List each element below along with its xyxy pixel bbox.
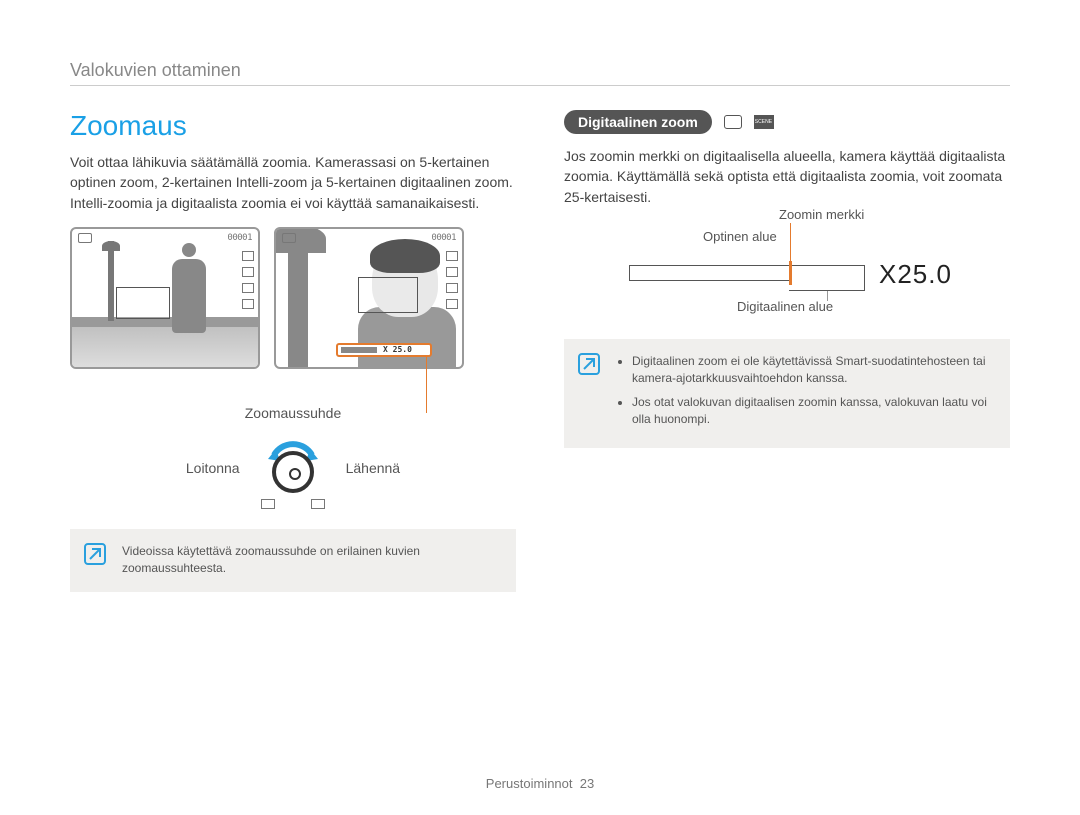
- camera-side-icons: [242, 251, 254, 309]
- zoom-ratio-caption: Zoomaussuhde: [70, 405, 516, 421]
- footer-section: Perustoiminnot: [486, 776, 573, 791]
- zoom-control-row: Loitonna Lähennä: [70, 437, 516, 499]
- camera-screen-zoomed: 00001 X 25.0: [274, 227, 464, 369]
- left-column: Zoomaus Voit ottaa lähikuvia säätämällä …: [70, 110, 516, 592]
- note-box-right: Digitaalinen zoom ei ole käytettävissä S…: [564, 339, 1010, 449]
- note-info-icon: [84, 543, 106, 565]
- illustration-lamp: [108, 241, 114, 321]
- note-item: Digitaalinen zoom ei ole käytettävissä S…: [632, 353, 994, 388]
- metering-icon: [446, 267, 458, 277]
- zoom-range-diagram: Zoomin merkki Optinen alue Digitaalinen …: [607, 223, 967, 319]
- focus-rectangle: [358, 277, 418, 313]
- page-footer: Perustoiminnot 23: [0, 776, 1080, 791]
- note-info-icon: [578, 353, 600, 375]
- camera-mode-icon: [78, 233, 92, 243]
- flash-icon: [446, 283, 458, 293]
- resolution-icon: [446, 251, 458, 261]
- right-column: Digitaalinen zoom Jos zoomin merkki on d…: [564, 110, 1010, 592]
- mode-p-icon: [724, 115, 742, 129]
- content-columns: Zoomaus Voit ottaa lähikuvia säätämällä …: [70, 110, 1010, 592]
- section-title: Zoomaus: [70, 110, 516, 142]
- zoom-tele-icon: [311, 499, 325, 509]
- note-item: Jos otat valokuvan digitaalisen zoomin k…: [632, 394, 994, 429]
- subsection-pill: Digitaalinen zoom: [564, 110, 712, 134]
- illustration-lamp-closeup: [288, 227, 308, 369]
- zoom-in-label: Lähennä: [346, 460, 401, 476]
- shot-counter: 00001: [227, 233, 252, 243]
- camera-screen-wide: 00001: [70, 227, 260, 369]
- zoom-marker: [789, 261, 792, 285]
- camera-side-icons: [446, 251, 458, 309]
- zoom-bar-fill: [341, 347, 377, 353]
- zoom-bar-value: X 25.0: [383, 345, 412, 354]
- note-text: Videoissa käytettävä zoomaussuhde on eri…: [122, 544, 420, 575]
- header-divider: [70, 85, 1010, 86]
- flash-icon: [242, 283, 254, 293]
- digital-range-bar: [789, 275, 865, 291]
- illustration-person: [172, 259, 206, 333]
- zoom-x-value: X25.0: [879, 259, 952, 290]
- zoom-dial-illustration: [262, 437, 324, 499]
- intro-paragraph: Voit ottaa lähikuvia säätämällä zoomia. …: [70, 152, 516, 213]
- digital-label: Digitaalinen alue: [737, 299, 833, 314]
- shot-counter: 00001: [431, 233, 456, 243]
- camera-top-bar: 00001: [282, 233, 456, 243]
- metering-icon: [242, 267, 254, 277]
- dial-sublabels: [70, 499, 516, 509]
- digital-zoom-paragraph: Jos zoomin merkki on digitaalisella alue…: [564, 146, 1010, 207]
- camera-mode-icon: [282, 233, 296, 243]
- zoom-bar-indicator: X 25.0: [336, 343, 432, 357]
- note-list: Digitaalinen zoom ei ole käytettävissä S…: [616, 353, 994, 429]
- note-box-left: Videoissa käytettävä zoomaussuhde on eri…: [70, 529, 516, 592]
- macro-icon: [242, 299, 254, 309]
- marker-label: Zoomin merkki: [779, 207, 864, 222]
- zoom-wide-icon: [261, 499, 275, 509]
- camera-screenshots: 00001 000: [70, 227, 516, 369]
- dial-ring-icon: [272, 451, 314, 493]
- zoom-out-label: Loitonna: [186, 460, 240, 476]
- camera-top-bar: 00001: [78, 233, 252, 243]
- resolution-icon: [242, 251, 254, 261]
- focus-rectangle: [116, 287, 170, 319]
- footer-page-number: 23: [580, 776, 594, 791]
- illustration-hair: [370, 239, 440, 273]
- marker-callout-line: [790, 223, 791, 263]
- subsection-header-row: Digitaalinen zoom: [564, 110, 1010, 134]
- optical-label: Optinen alue: [703, 229, 777, 244]
- breadcrumb: Valokuvien ottaminen: [70, 60, 1010, 81]
- callout-line: [426, 357, 427, 413]
- macro-icon: [446, 299, 458, 309]
- mode-scene-icon: [754, 115, 774, 129]
